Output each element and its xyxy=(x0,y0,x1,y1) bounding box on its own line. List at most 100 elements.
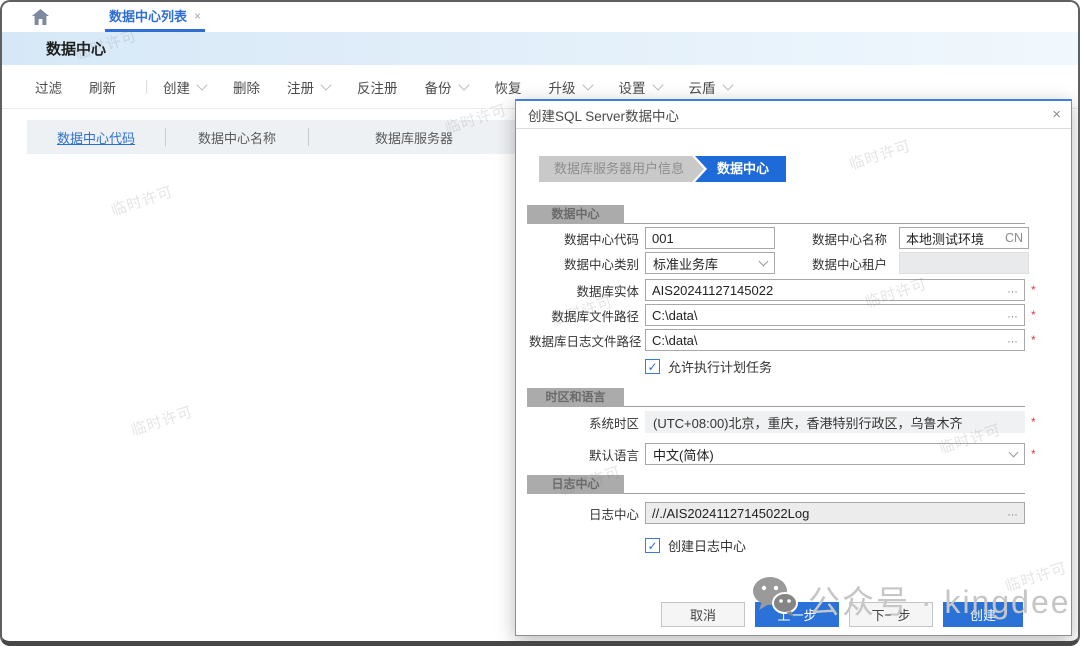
create-log-center-checkbox[interactable]: ✓ xyxy=(645,538,660,553)
toolbar-button-settings[interactable]: 设置 xyxy=(619,77,662,97)
required-mark: * xyxy=(1031,308,1036,322)
toolbar-button-register[interactable]: 注册 xyxy=(287,77,330,97)
form-row: 数据库文件路径 … * xyxy=(529,304,1071,326)
log-center-input[interactable] xyxy=(645,502,1025,524)
section-title: 时区和语言 xyxy=(527,388,624,407)
dialog-title: 创建SQL Server数据中心 xyxy=(528,105,679,125)
next-step-button[interactable]: 下一步 xyxy=(849,602,933,627)
previous-step-button[interactable]: 上一步 xyxy=(755,602,839,627)
system-timezone-label: 系统时区 xyxy=(529,413,639,432)
default-language-select[interactable]: 中文(简体) xyxy=(645,443,1025,465)
button-label: 云盾 xyxy=(689,77,716,97)
datacenter-name-label: 数据中心名称 xyxy=(775,229,887,248)
page-title: 数据中心 xyxy=(46,38,106,59)
system-timezone-field: (UTC+08:00)北京，重庆，香港特别行政区，乌鲁木齐 xyxy=(645,411,1025,433)
license-watermark: 临时许可 xyxy=(108,181,175,221)
selected-value: 中文(简体) xyxy=(653,445,714,464)
form-row: 数据中心类别 标准业务库 数据中心租户 xyxy=(529,252,1071,274)
button-label: 过滤 xyxy=(35,77,62,97)
create-button[interactable]: 创建 xyxy=(943,602,1023,627)
required-mark: * xyxy=(1031,415,1036,429)
toolbar-button-delete[interactable]: 删除 xyxy=(233,77,260,97)
allow-scheduled-tasks-label: 允许执行计划任务 xyxy=(668,357,772,376)
chevron-down-icon xyxy=(458,79,469,90)
datacenter-code-label: 数据中心代码 xyxy=(529,229,639,248)
toolbar-button-upgrade[interactable]: 升级 xyxy=(549,77,592,97)
step-datacenter[interactable]: 数据中心 xyxy=(695,156,786,182)
browse-ellipsis-button[interactable]: … xyxy=(1007,285,1019,296)
required-mark: * xyxy=(1031,447,1036,461)
app-window: 数据中心列表 × 数据中心 过滤 刷新 创建 删除 注册 反注册 备份 恢复 升… xyxy=(0,0,1080,646)
form-row: 系统时区 (UTC+08:00)北京，重庆，香港特别行政区，乌鲁木齐 * xyxy=(529,411,1071,433)
toolbar-button-filter[interactable]: 过滤 xyxy=(35,77,62,97)
column-header-datacenter-code[interactable]: 数据中心代码 xyxy=(57,128,135,147)
section-divider xyxy=(624,493,1025,494)
toolbar-divider xyxy=(146,80,147,94)
chevron-down-icon xyxy=(652,79,663,90)
chevron-down-icon xyxy=(1009,447,1019,457)
top-bar: 数据中心列表 × xyxy=(2,2,1078,32)
chevron-down-icon xyxy=(320,79,331,90)
form-row: 日志中心 … xyxy=(529,502,1071,524)
create-sqlserver-datacenter-dialog: 创建SQL Server数据中心 × 数据库服务器用户信息 数据中心 数据中心 … xyxy=(515,99,1072,636)
database-file-path-input[interactable] xyxy=(645,304,1025,326)
datacenter-tenant-label: 数据中心租户 xyxy=(775,254,887,273)
chevron-down-icon xyxy=(582,79,593,90)
column-header-datacenter-name[interactable]: 数据中心名称 xyxy=(198,128,276,147)
button-label: 注册 xyxy=(287,77,314,97)
form-row: 数据库实体 … * xyxy=(529,279,1071,301)
dialog-header: 创建SQL Server数据中心 × xyxy=(516,101,1071,129)
database-entity-input[interactable] xyxy=(645,279,1025,301)
toolbar-button-restore[interactable]: 恢复 xyxy=(495,77,522,97)
section-header-timezone: 时区和语言 xyxy=(527,388,1025,407)
tab-close-icon[interactable]: × xyxy=(194,9,201,23)
datacenter-code-input[interactable] xyxy=(645,227,775,249)
button-label: 删除 xyxy=(233,77,260,97)
locale-badge: CN xyxy=(1005,231,1023,245)
allow-scheduled-tasks-checkbox[interactable]: ✓ xyxy=(645,359,660,374)
create-log-center-label: 创建日志中心 xyxy=(668,536,746,555)
required-mark: * xyxy=(1031,333,1036,347)
section-divider xyxy=(624,223,1025,224)
database-file-path-label: 数据库文件路径 xyxy=(529,306,639,325)
database-log-path-label: 数据库日志文件路径 xyxy=(529,331,639,350)
toolbar-button-unregister[interactable]: 反注册 xyxy=(357,77,398,97)
create-log-center-row: ✓ 创建日志中心 xyxy=(645,536,1071,555)
allow-scheduled-tasks-row: ✓ 允许执行计划任务 xyxy=(645,357,1071,376)
button-label: 创建 xyxy=(163,77,190,97)
apps-grid-icon[interactable] xyxy=(65,10,79,24)
browse-ellipsis-button[interactable]: … xyxy=(1007,335,1019,346)
tab-datacenter-list[interactable]: 数据中心列表 × xyxy=(105,2,205,32)
toolbar-button-refresh[interactable]: 刷新 xyxy=(89,77,116,97)
required-mark: * xyxy=(1031,283,1036,297)
section-header-logcenter: 日志中心 xyxy=(527,475,1025,494)
license-watermark: 临时许可 xyxy=(128,401,195,441)
database-log-path-input[interactable] xyxy=(645,329,1025,351)
dialog-footer: 取消 上一步 下一步 创建 xyxy=(516,602,1071,627)
button-label: 刷新 xyxy=(89,77,116,97)
button-label: 备份 xyxy=(425,77,452,97)
tab-label: 数据中心列表 xyxy=(109,6,187,25)
toolbar-button-cloud-shield[interactable]: 云盾 xyxy=(689,77,732,97)
form-row: 数据库日志文件路径 … * xyxy=(529,329,1071,351)
close-icon[interactable]: × xyxy=(1052,107,1061,122)
datacenter-category-select[interactable]: 标准业务库 xyxy=(645,252,775,274)
toolbar-button-create[interactable]: 创建 xyxy=(163,77,206,97)
step-db-server-user-info[interactable]: 数据库服务器用户信息 xyxy=(539,156,704,182)
dialog-body: 数据中心 数据中心代码 数据中心名称 CN 数据中心类别 标准业务库 xyxy=(516,205,1071,555)
chevron-down-icon xyxy=(196,79,207,90)
toolbar-button-backup[interactable]: 备份 xyxy=(425,77,468,97)
home-icon[interactable] xyxy=(32,9,49,25)
section-title: 数据中心 xyxy=(527,205,624,224)
browse-ellipsis-button[interactable]: … xyxy=(1007,508,1019,519)
section-title: 日志中心 xyxy=(527,475,624,494)
datacenter-category-label: 数据中心类别 xyxy=(529,254,639,273)
database-entity-label: 数据库实体 xyxy=(529,281,639,300)
button-label: 升级 xyxy=(549,77,576,97)
cancel-button[interactable]: 取消 xyxy=(661,602,745,627)
button-label: 反注册 xyxy=(357,77,398,97)
browse-ellipsis-button[interactable]: … xyxy=(1007,310,1019,321)
form-row: 数据中心代码 数据中心名称 CN xyxy=(529,227,1071,249)
column-header-database-server[interactable]: 数据库服务器 xyxy=(375,128,453,147)
form-row: 默认语言 中文(简体) * xyxy=(529,443,1071,465)
